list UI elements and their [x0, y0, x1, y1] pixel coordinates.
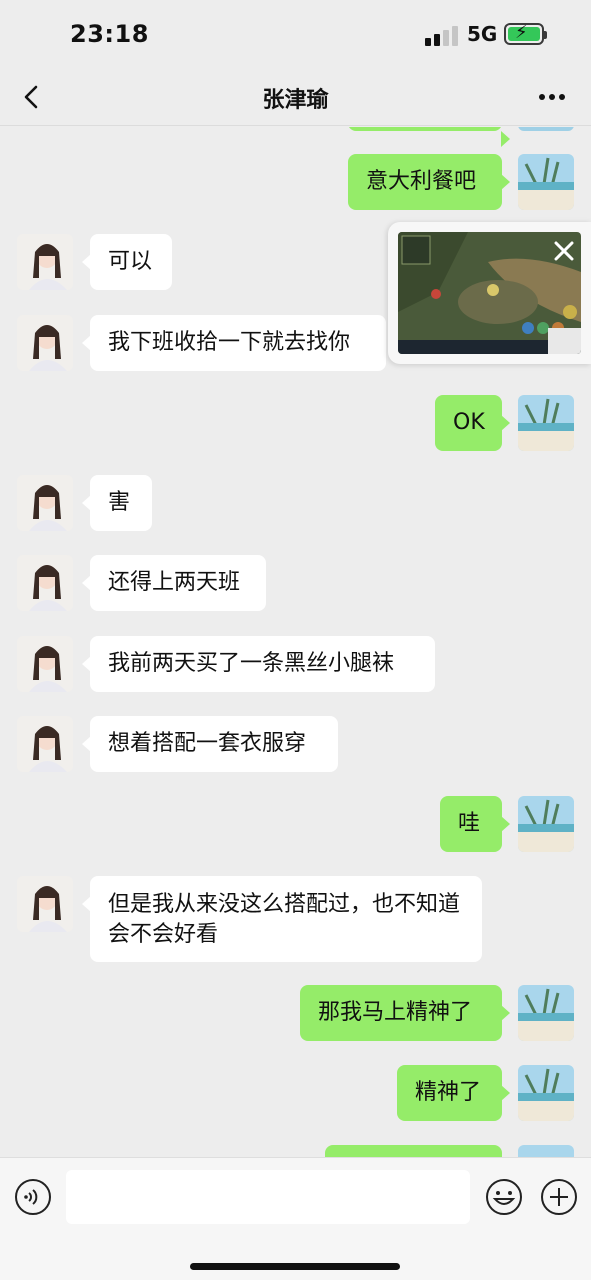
message-bubble[interactable]: 那我马上精神了	[300, 985, 510, 1041]
my-avatar[interactable]	[518, 796, 574, 852]
message-bubble[interactable]: 精神了	[397, 1065, 510, 1121]
contact-avatar[interactable]	[17, 315, 73, 371]
signal-icon	[425, 26, 459, 46]
message-text: 但是我从来没这么搭配过，也不知道会不会好看	[108, 892, 461, 947]
message-text: 我前两天买了一条黑丝小腿袜	[108, 651, 395, 676]
message-bubble[interactable]: OK	[435, 395, 510, 451]
message-bubble[interactable]: 意大利餐吧	[348, 154, 510, 210]
plus-icon[interactable]	[540, 1178, 578, 1216]
message-text: 意大利餐吧	[366, 169, 477, 194]
message-input[interactable]	[66, 1170, 470, 1224]
my-avatar[interactable]	[518, 985, 574, 1041]
message-text: 想着搭配一套衣服穿	[108, 731, 307, 756]
my-avatar[interactable]	[518, 154, 574, 210]
message-bubble[interactable]: 但是我从来没这么搭配过，也不知道会不会好看	[82, 876, 482, 962]
message-text: 害	[108, 490, 131, 515]
input-bar	[0, 1157, 591, 1280]
message-text: 那我马上精神了	[318, 1000, 473, 1025]
chat-title: 张津瑜	[262, 88, 329, 113]
floating-video-window[interactable]	[388, 222, 591, 364]
status-time: 23:18	[70, 20, 149, 48]
my-avatar	[518, 127, 574, 131]
close-icon[interactable]	[551, 238, 577, 264]
emoji-icon[interactable]	[485, 1178, 523, 1216]
contact-avatar[interactable]	[17, 475, 73, 531]
message-bubble[interactable]: 想着搭配一套衣服穿	[82, 716, 338, 772]
message-bubble-partial	[348, 127, 510, 147]
contact-avatar[interactable]	[17, 234, 73, 290]
message-bubble[interactable]: 我前两天买了一条黑丝小腿袜	[82, 636, 435, 692]
message-bubble[interactable]: 害	[82, 475, 152, 531]
battery-icon: ⚡	[504, 22, 547, 45]
message-text: 还得上两天班	[108, 570, 241, 595]
network-type: 5G	[467, 22, 498, 46]
message-bubble[interactable]: 哇	[440, 796, 510, 852]
message-text: OK	[453, 410, 485, 435]
message-text: 精神了	[415, 1080, 482, 1105]
home-indicator[interactable]	[190, 1263, 400, 1270]
my-avatar[interactable]	[518, 1065, 574, 1121]
message-bubble[interactable]: 可以	[82, 234, 172, 290]
status-bar: 23:18 5G ⚡	[0, 0, 591, 70]
message-text: 可以	[108, 249, 153, 274]
my-avatar[interactable]	[518, 395, 574, 451]
message-bubble[interactable]: 我下班收拾一下就去找你	[82, 315, 386, 371]
voice-icon[interactable]	[14, 1178, 52, 1216]
message-text: 哇	[458, 811, 481, 836]
message-text: 我下班收拾一下就去找你	[108, 330, 351, 355]
message-bubble-partial	[325, 1145, 502, 1157]
contact-avatar[interactable]	[17, 876, 73, 932]
contact-avatar[interactable]	[17, 555, 73, 611]
contact-avatar[interactable]	[17, 636, 73, 692]
more-icon[interactable]	[537, 84, 567, 110]
my-avatar	[518, 1145, 574, 1157]
message-bubble[interactable]: 还得上两天班	[82, 555, 266, 611]
chat-header: 张津瑜	[0, 70, 591, 126]
contact-avatar[interactable]	[17, 716, 73, 772]
